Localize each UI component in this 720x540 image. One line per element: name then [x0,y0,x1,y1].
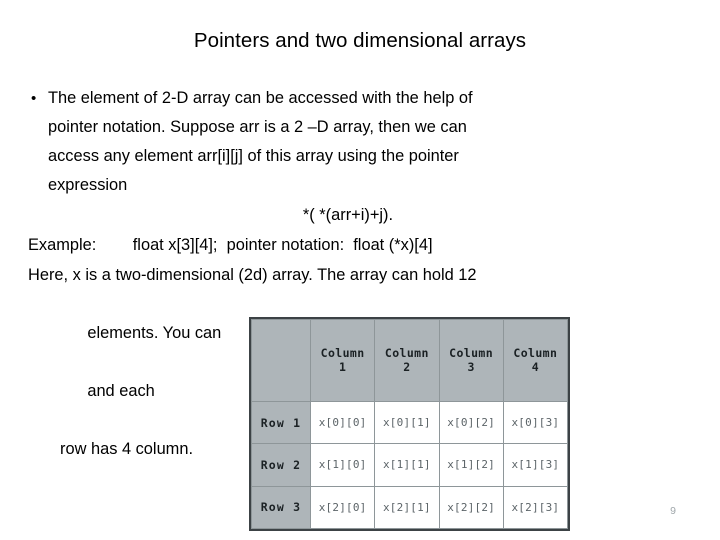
column-header-4: Column 4 [502,319,569,402]
two-dimensional-array-diagram: Column 1 Column 2 Column 3 Column 4 Row … [249,317,570,531]
cell-r1-c1: x[1][1] [374,443,440,487]
table-row: Row 2 x[1][0] x[1][1] x[1][2] x[1][3] [251,443,569,487]
column-header-3-number: 3 [467,360,475,375]
wrapped-text-left: elements. You can [87,324,222,342]
cell-r0-c3: x[0][3] [502,400,569,445]
slide-page-number: 9 [670,505,676,517]
cell-r2-c3: x[2][3] [502,485,569,530]
cell-r0-c1: x[0][1] [374,400,440,445]
cell-r1-c3: x[1][3] [502,443,569,487]
page-title: Pointers and two dimensional arrays [193,29,527,52]
description-line: Here, x is a two-dimensional (2d) array.… [28,266,477,284]
column-header-1-number: 1 [338,360,347,375]
column-header-4-label: Column [513,346,558,361]
example-declaration-line: Example: float x[3][4]; pointer notation… [28,236,433,254]
array-layout-table: Column 1 Column 2 Column 3 Column 4 Row … [251,319,569,530]
table-row: Row 3 x[2][0] x[2][1] x[2][2] x[2][3] [251,485,569,530]
slide-canvas: Pointers and two dimensional arrays • Th… [0,0,720,540]
cell-r2-c1: x[2][1] [374,485,440,530]
column-header-2-label: Column [384,346,429,361]
column-header-1: Column 1 [309,319,376,402]
row-header-1: Row 1 [251,400,311,445]
cell-r1-c0: x[1][0] [309,443,376,487]
column-header-4-number: 4 [531,360,540,375]
bullet-line-3: access any element arr[i][j] of this arr… [48,147,459,165]
cell-r1-c2: x[1][2] [438,443,504,487]
table-header-row: Column 1 Column 2 Column 3 Column 4 [251,319,569,402]
row-header-3: Row 3 [251,485,311,530]
pointer-expression-formula: *( *(arr+i)+j). [302,206,394,224]
bullet-line-4: expression [48,176,128,194]
column-header-3: Column 3 [438,319,504,402]
cell-r2-c2: x[2][2] [438,485,504,530]
wrapped-text-right: and each [87,382,155,400]
column-header-2: Column 2 [374,319,440,402]
bullet-paragraph: The element of 2-D array can be accessed… [48,84,696,200]
bullet-list-item: • The element of 2-D array can be access… [24,84,696,200]
column-header-3-label: Column [449,346,494,361]
table-row: Row 1 x[0][0] x[0][1] x[0][2] x[0][3] [251,400,569,445]
bullet-marker-icon: • [31,90,37,107]
cell-r0-c2: x[0][2] [438,400,504,445]
bullet-line-1: The element of 2-D array can be accessed… [48,89,473,107]
column-header-1-label: Column [320,346,365,361]
cell-r0-c0: x[0][0] [309,400,376,445]
table-corner-cell [251,319,311,402]
column-header-2-number: 2 [403,360,411,375]
bullet-line-2: pointer notation. Suppose arr is a 2 –D … [48,118,467,136]
cell-r2-c0: x[2][0] [309,485,376,530]
row-header-2: Row 2 [251,443,311,487]
